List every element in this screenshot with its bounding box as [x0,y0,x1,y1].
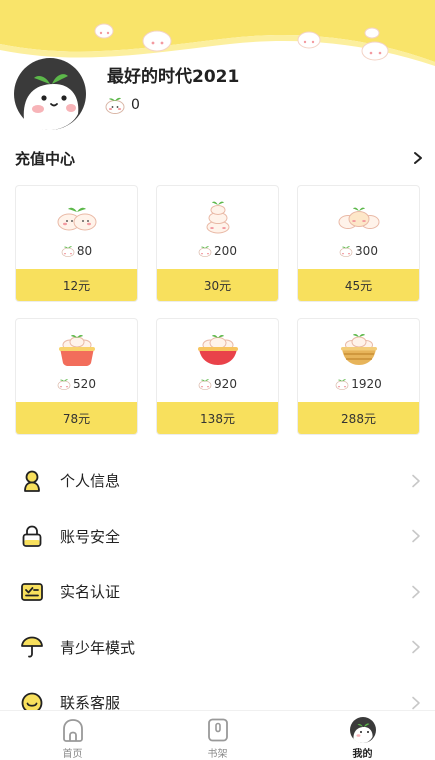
pack-coin-amount: 1920 [298,377,419,391]
bun-steamer-icon [298,331,419,369]
bun-basket-icon [16,331,137,369]
pack-coin-amount: 520 [16,377,137,391]
menu-item-label: 个人信息 [60,472,121,491]
menu-item-account-security[interactable]: 账号安全 [0,509,435,565]
bun-stack-icon [157,198,278,236]
avatar[interactable] [14,58,86,130]
bun-coin-icon [57,379,71,390]
id-card-icon [21,582,43,601]
bun-bowl-icon [157,331,278,369]
tab-bookshelf[interactable]: 书架 [145,711,290,760]
bun-coin-icon [339,246,353,257]
bottom-tab-bar: 首页 书架 我的 [0,710,435,760]
bun-group-icon [298,198,419,236]
chevron-right-icon [412,640,420,654]
recharge-pack-80[interactable]: 80 12元 [15,185,138,302]
menu-item-personal-info[interactable]: 个人信息 [0,453,435,509]
menu-item-teen-mode[interactable]: 青少年模式 [0,620,435,676]
pack-coins: 200 [214,244,237,258]
recharge-packs: 80 12元 200 30元 300 45元 520 78元 920 138元 … [15,185,423,435]
recharge-center-header[interactable]: 充值中心 [15,146,425,170]
pack-price: 288元 [298,402,419,434]
bun-coin-icon [198,379,212,390]
pack-price: 138元 [157,402,278,434]
recharge-pack-200[interactable]: 200 30元 [156,185,279,302]
chevron-right-icon [412,696,420,710]
person-icon [24,470,40,492]
pack-coins: 520 [73,377,96,391]
tab-mine[interactable]: 我的 [290,711,435,760]
bun-coin-icon [61,246,75,257]
pack-coins: 80 [76,244,93,258]
pack-coin-amount: 80 [16,244,137,258]
menu-item-label: 青少年模式 [60,638,136,657]
tab-label: 首页 [62,749,83,760]
bun-pair-icon [16,198,137,236]
pack-price: 12元 [16,269,137,301]
tab-label: 书架 [207,749,228,760]
home-icon [62,719,83,742]
avatar-icon [349,717,376,743]
pack-coins: 300 [355,244,378,258]
pack-coins: 920 [214,377,237,391]
pack-price: 78元 [16,402,137,434]
pack-coin-amount: 300 [298,244,419,258]
coin-balance: 0 [105,96,140,114]
chevron-right-icon [412,585,420,599]
recharge-pack-520[interactable]: 520 78元 [15,318,138,435]
recharge-pack-1920[interactable]: 1920 288元 [297,318,420,435]
recharge-pack-920[interactable]: 920 138元 [156,318,279,435]
recharge-center-title: 充值中心 [15,149,76,168]
bookshelf-icon [207,718,228,742]
menu-item-real-name-verification[interactable]: 实名认证 [0,564,435,620]
chevron-right-icon [414,152,422,164]
pack-price: 30元 [157,269,278,301]
pack-coin-amount: 200 [157,244,278,258]
pack-price: 45元 [298,269,419,301]
profile-header: 最好的时代2021 0 [0,0,435,135]
umbrella-icon [21,636,43,658]
tab-home[interactable]: 首页 [0,711,145,760]
recharge-pack-300[interactable]: 300 45元 [297,185,420,302]
lock-icon [22,525,42,548]
tab-label: 我的 [352,749,373,760]
bun-coin-icon [198,246,212,257]
pack-coins: 1920 [351,377,382,391]
chevron-right-icon [412,474,420,488]
menu-item-label: 实名认证 [60,583,121,602]
bun-coin-icon [105,97,125,114]
pack-coin-amount: 920 [157,377,278,391]
bun-coin-icon [335,379,349,390]
settings-menu: 个人信息 账号安全 实名认证 青少年模式 联系客服 [0,453,435,731]
menu-item-label: 账号安全 [60,527,121,546]
chevron-right-icon [412,529,420,543]
username: 最好的时代2021 [107,67,240,87]
coin-count: 0 [131,97,140,113]
